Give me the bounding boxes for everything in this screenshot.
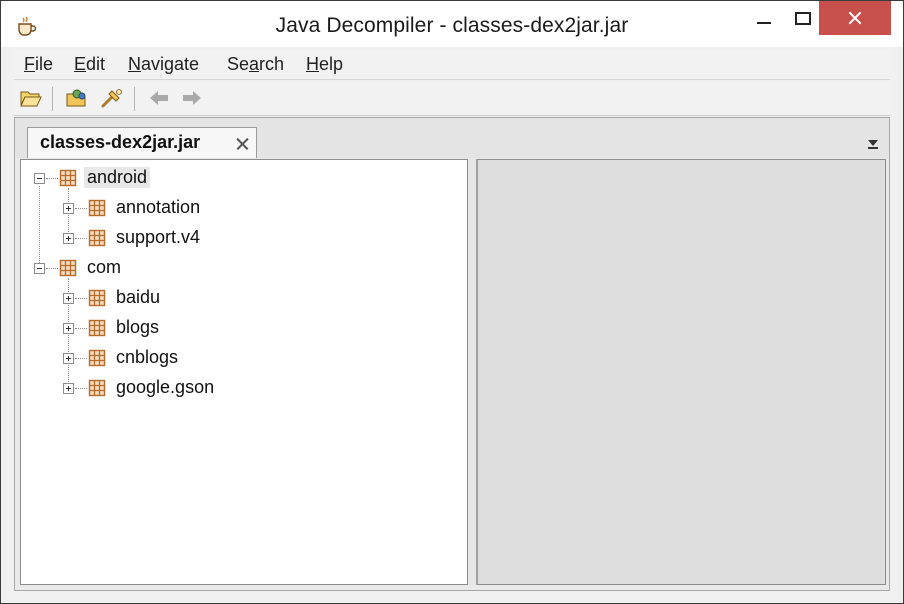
tree-node-android[interactable]: android	[84, 167, 151, 188]
tree-node-cnblogs[interactable]: cnblogs	[116, 347, 178, 368]
tree-node-android-expander[interactable]	[34, 173, 45, 184]
tab-label: classes-dex2jar.jar	[40, 132, 201, 152]
tree-connector	[75, 208, 87, 209]
back-arrow-icon[interactable]	[147, 87, 171, 109]
tree-node-support-v4-expander[interactable]	[63, 233, 74, 244]
tree-node-baidu-expander[interactable]	[63, 293, 74, 304]
close-icon[interactable]	[235, 137, 249, 151]
package-icon	[88, 289, 106, 307]
tree-node-com[interactable]: com	[87, 257, 121, 278]
tree-connector	[75, 238, 87, 239]
minimize-button[interactable]	[749, 1, 779, 35]
package-icon	[88, 379, 106, 397]
open-folder-icon[interactable]	[19, 87, 43, 109]
package-icon	[88, 349, 106, 367]
tab-strip: classes-dex2jar.jar	[15, 118, 889, 158]
tree-connector	[75, 328, 87, 329]
tree-node-annotation[interactable]: annotation	[116, 197, 200, 218]
tree-node-baidu[interactable]: baidu	[116, 287, 160, 308]
menu-bar: File Edit Navigate Search Help	[14, 49, 890, 80]
package-icon	[88, 199, 106, 217]
tree-node-cnblogs-expander[interactable]	[63, 353, 74, 364]
open-search-icon[interactable]	[100, 87, 124, 109]
close-button[interactable]	[819, 1, 891, 35]
menu-file[interactable]: File	[24, 54, 53, 75]
menu-help[interactable]: Help	[306, 54, 343, 75]
tab-classes-dex2jar[interactable]: classes-dex2jar.jar	[27, 127, 257, 158]
title-bar: Java Decompiler - classes-dex2jar.jar	[1, 1, 903, 47]
menu-search[interactable]: Search	[227, 54, 284, 75]
menu-edit[interactable]: Edit	[74, 54, 105, 75]
tree-connector	[75, 388, 87, 389]
tree-node-com-expander[interactable]	[34, 263, 45, 274]
package-icon	[59, 169, 77, 187]
split-pane-divider[interactable]	[468, 159, 476, 585]
tree-node-google-gson[interactable]: google.gson	[116, 377, 214, 398]
toolbar	[14, 81, 890, 116]
package-tree: android annotation support.v4 com baidu …	[21, 160, 467, 584]
tree-node-blogs[interactable]: blogs	[116, 317, 159, 338]
open-type-icon[interactable]	[65, 87, 89, 109]
package-tree-pane: android annotation support.v4 com baidu …	[20, 159, 468, 585]
tree-connector	[75, 298, 87, 299]
tab-list-dropdown-icon[interactable]	[866, 138, 880, 149]
tree-node-annotation-expander[interactable]	[63, 203, 74, 214]
app-window: Java Decompiler - classes-dex2jar.jar Fi…	[0, 0, 904, 604]
maximize-button[interactable]	[787, 1, 817, 35]
package-icon	[88, 229, 106, 247]
toolbar-separator	[52, 87, 53, 111]
tree-connector	[46, 268, 58, 269]
menu-navigate[interactable]: Navigate	[128, 54, 199, 75]
tree-node-support-v4[interactable]: support.v4	[116, 227, 200, 248]
tree-node-blogs-expander[interactable]	[63, 323, 74, 334]
tree-connector	[39, 186, 40, 267]
window-bottom-edge	[14, 591, 890, 599]
tree-connector	[75, 358, 87, 359]
package-icon	[88, 319, 106, 337]
tree-node-google-gson-expander[interactable]	[63, 383, 74, 394]
package-icon	[59, 259, 77, 277]
source-view-pane	[476, 159, 886, 585]
toolbar-separator	[134, 87, 135, 111]
tree-connector	[46, 178, 58, 179]
forward-arrow-icon[interactable]	[180, 87, 204, 109]
